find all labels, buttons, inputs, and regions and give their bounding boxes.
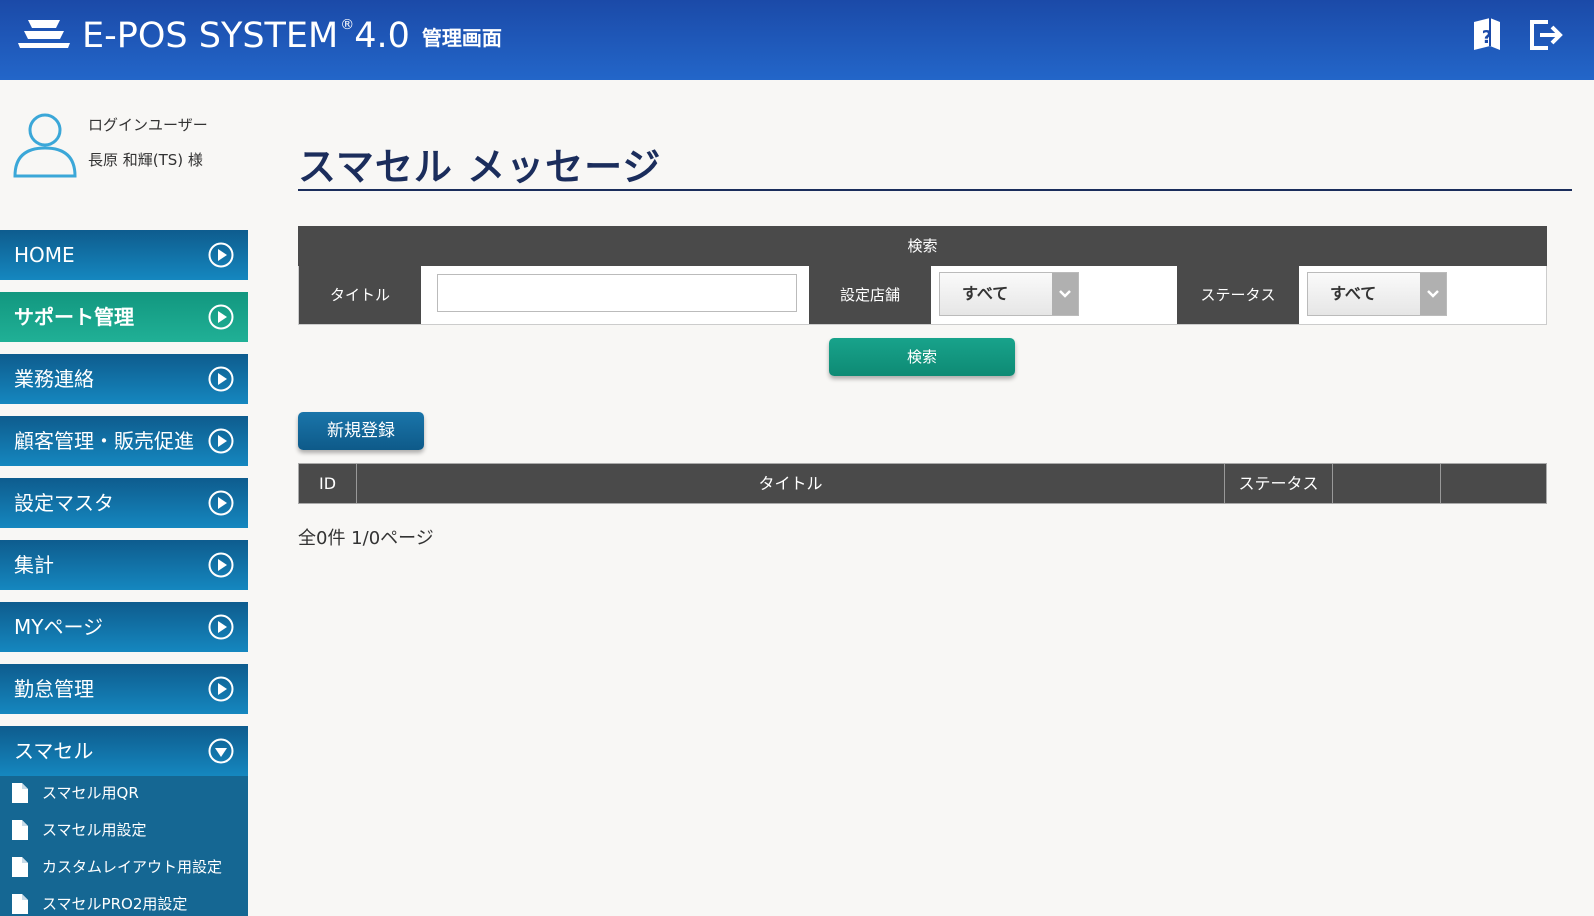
smacell-submenu: スマセル用QR スマセル用設定 カスタムレイアウト用設定 スマセルPRO2用設定	[0, 776, 248, 916]
search-row: タイトル 設定店舗 すべて ステータス すべて	[298, 266, 1547, 325]
chevron-down-icon	[1427, 290, 1439, 298]
logo-text: E-POS SYSTEM ®4.0	[82, 16, 410, 56]
submenu-item-label: スマセル用QR	[42, 784, 139, 802]
chevron-down-circle-icon	[208, 738, 234, 764]
sidebar-nav: HOME サポート管理 業務連絡 顧客管理・販売促進 設定マスタ 集計 MYペー…	[0, 230, 248, 916]
sidebar-item-label: 業務連絡	[14, 367, 94, 391]
logo-mark-icon	[18, 20, 70, 48]
sidebar-item-label: スマセル	[14, 739, 94, 763]
submenu-item-settings[interactable]: スマセル用設定	[0, 813, 248, 850]
submenu-item-custom-layout[interactable]: カスタムレイアウト用設定	[0, 850, 248, 887]
play-circle-icon	[208, 366, 234, 392]
login-user-panel: ログインユーザー 長原 和輝(TS) 様	[12, 110, 252, 190]
sidebar-item-customer[interactable]: 顧客管理・販売促進	[0, 416, 248, 466]
play-circle-icon	[208, 614, 234, 640]
column-header-action-2	[1441, 464, 1546, 503]
status-select-dropdown[interactable]	[1420, 273, 1446, 315]
search-button[interactable]: 検索	[829, 338, 1015, 376]
column-header-title: タイトル	[357, 464, 1225, 503]
play-circle-icon	[208, 242, 234, 268]
document-icon	[12, 820, 28, 840]
document-icon	[12, 783, 28, 803]
status-select[interactable]: すべて	[1307, 272, 1447, 316]
search-panel: 検索 タイトル 設定店舗 すべて ステータス すべて	[298, 226, 1547, 325]
column-header-action-1	[1333, 464, 1441, 503]
store-select[interactable]: すべて	[939, 272, 1079, 316]
sidebar-item-label: サポート管理	[14, 305, 134, 329]
logout-icon[interactable]	[1526, 16, 1564, 54]
column-header-status: ステータス	[1225, 464, 1333, 503]
search-panel-header: 検索	[298, 226, 1547, 266]
store-select-value: すべて	[962, 284, 1009, 303]
title-filter-label: タイトル	[299, 266, 421, 324]
top-header: E-POS SYSTEM ®4.0 管理画面 ?	[0, 0, 1594, 80]
user-avatar-icon	[13, 113, 77, 178]
sidebar-item-business-contact[interactable]: 業務連絡	[0, 354, 248, 404]
submenu-item-label: カスタムレイアウト用設定	[42, 858, 223, 876]
help-book-icon[interactable]: ?	[1468, 16, 1506, 54]
sidebar-item-label: 集計	[14, 553, 54, 577]
sidebar-item-smacell[interactable]: スマセル	[0, 726, 248, 776]
sidebar-item-support[interactable]: サポート管理	[0, 292, 248, 342]
page-title: スマセル メッセージ	[298, 145, 662, 189]
store-filter-label: 設定店舗	[809, 266, 931, 324]
submenu-item-label: スマセルPRO2用設定	[42, 895, 188, 913]
sidebar-item-attendance[interactable]: 勤怠管理	[0, 664, 248, 714]
sidebar-item-label: 顧客管理・販売促進	[14, 429, 194, 453]
sidebar-item-label: 設定マスタ	[14, 491, 114, 515]
status-filter-label: ステータス	[1177, 266, 1299, 324]
submenu-item-pro2[interactable]: スマセルPRO2用設定	[0, 887, 248, 916]
submenu-item-qr[interactable]: スマセル用QR	[0, 776, 248, 813]
play-circle-icon	[208, 304, 234, 330]
sidebar-item-label: MYページ	[14, 615, 104, 639]
title-search-input[interactable]	[437, 274, 797, 312]
app-logo[interactable]: E-POS SYSTEM ®4.0 管理画面	[16, 16, 502, 56]
column-header-id: ID	[299, 464, 357, 503]
play-circle-icon	[208, 676, 234, 702]
logo-subtitle: 管理画面	[421, 26, 502, 50]
sidebar-item-aggregate[interactable]: 集計	[0, 540, 248, 590]
pagination-summary: 全0件 1/0ページ	[298, 528, 434, 549]
sidebar-item-settings-master[interactable]: 設定マスタ	[0, 478, 248, 528]
results-table-header: ID タイトル ステータス	[298, 463, 1547, 504]
document-icon	[12, 857, 28, 877]
new-register-button[interactable]: 新規登録	[298, 412, 424, 450]
play-circle-icon	[208, 552, 234, 578]
play-circle-icon	[208, 490, 234, 516]
login-user-name: 長原 和輝(TS) 様	[88, 151, 203, 169]
chevron-down-icon	[1059, 290, 1071, 298]
submenu-item-label: スマセル用設定	[42, 821, 147, 839]
svg-text:?: ?	[1482, 27, 1492, 48]
store-select-dropdown[interactable]	[1052, 273, 1078, 315]
play-circle-icon	[208, 428, 234, 454]
document-icon	[12, 894, 28, 914]
title-divider	[298, 189, 1572, 191]
sidebar-item-home[interactable]: HOME	[0, 230, 248, 280]
login-user-label: ログインユーザー	[88, 116, 208, 134]
sidebar-item-mypage[interactable]: MYページ	[0, 602, 248, 652]
sidebar-item-label: HOME	[14, 243, 75, 267]
status-select-value: すべて	[1330, 284, 1377, 303]
sidebar-item-label: 勤怠管理	[14, 677, 94, 701]
